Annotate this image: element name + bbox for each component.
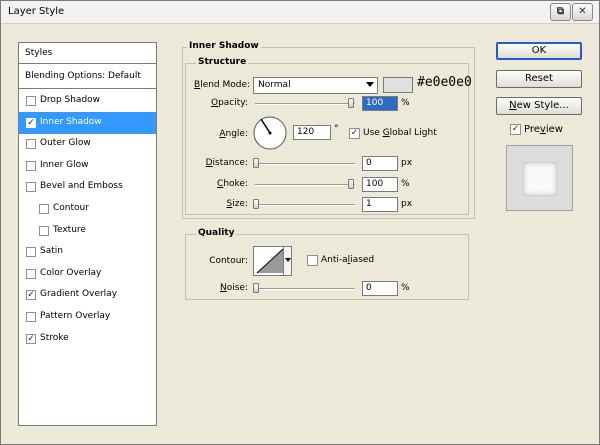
style-item-color-overlay[interactable]: Color Overlay xyxy=(19,263,156,285)
angle-dial[interactable] xyxy=(252,115,288,151)
distance-input[interactable]: 0 xyxy=(362,156,398,171)
style-item-checkbox[interactable] xyxy=(26,96,36,106)
angle-input[interactable]: 120 xyxy=(293,125,331,140)
styles-header[interactable]: Styles xyxy=(19,43,156,64)
blend-mode-label: Blend Mode: xyxy=(194,80,251,90)
title-bar: Layer Style ⧉ ✕ xyxy=(1,1,599,24)
preview-label: Preview xyxy=(524,124,563,135)
style-item-checkbox[interactable] xyxy=(26,182,36,193)
style-item-checkbox[interactable]: ✓ xyxy=(26,290,36,301)
noise-slider-thumb[interactable] xyxy=(253,283,259,293)
style-item-pattern-overlay[interactable]: Pattern Overlay xyxy=(19,306,156,328)
new-style-button[interactable]: New Style... xyxy=(496,97,582,115)
style-item-label: Contour xyxy=(53,203,89,213)
chevron-down-icon xyxy=(285,258,291,262)
distance-slider-thumb[interactable] xyxy=(253,158,259,168)
style-item-outer-glow[interactable]: Outer Glow xyxy=(19,133,156,155)
noise-unit: % xyxy=(401,283,410,293)
layer-style-dialog: Layer Style ⧉ ✕ Styles Blending Options:… xyxy=(0,0,600,445)
shadow-color-swatch[interactable] xyxy=(383,77,413,93)
anti-aliased-label: Anti-aliased xyxy=(321,255,375,265)
window-title: Layer Style xyxy=(8,6,65,17)
style-item-satin[interactable]: Satin xyxy=(19,241,156,263)
opacity-label: Opacity: xyxy=(210,98,248,108)
style-item-label: Inner Shadow xyxy=(40,116,102,127)
style-item-label: Gradient Overlay xyxy=(40,289,118,300)
size-slider[interactable] xyxy=(255,204,355,206)
opacity-slider[interactable] xyxy=(255,103,355,105)
style-item-label: Texture xyxy=(53,224,86,235)
style-item-checkbox[interactable]: ✓ xyxy=(26,117,36,128)
choke-slider-thumb[interactable] xyxy=(348,179,354,189)
style-item-inner-shadow[interactable]: ✓ Inner Shadow xyxy=(19,111,156,134)
style-item-checkbox[interactable] xyxy=(26,160,36,171)
use-global-light-label: Use Global Light xyxy=(363,128,437,138)
size-label: Size: xyxy=(226,199,248,209)
noise-label: Noise: xyxy=(220,283,248,293)
style-item-bevel-and-emboss[interactable]: Bevel and Emboss xyxy=(19,176,156,198)
style-item-label: Inner Glow xyxy=(40,159,89,170)
reset-button[interactable]: Reset xyxy=(496,70,582,88)
styles-list: Styles Blending Options: Default Drop Sh… xyxy=(18,42,157,426)
opacity-slider-thumb[interactable] xyxy=(348,98,354,108)
choke-slider[interactable] xyxy=(255,184,355,186)
distance-label: Distance: xyxy=(205,158,248,168)
noise-slider[interactable] xyxy=(255,288,355,290)
style-item-gradient-overlay[interactable]: ✓ Gradient Overlay xyxy=(19,284,156,306)
style-item-checkbox[interactable] xyxy=(26,247,36,258)
style-item-label: Outer Glow xyxy=(40,138,91,149)
angle-label: Angle: xyxy=(219,129,248,139)
chevron-down-icon xyxy=(366,82,374,87)
blending-options-item[interactable]: Blending Options: Default xyxy=(19,65,156,89)
style-item-label: Drop Shadow xyxy=(40,95,101,105)
style-item-label: Color Overlay xyxy=(40,267,102,278)
opacity-unit: % xyxy=(401,98,410,108)
distance-slider[interactable] xyxy=(255,163,355,165)
style-preview xyxy=(506,145,573,211)
style-item-checkbox[interactable] xyxy=(39,204,49,214)
size-input[interactable]: 1 xyxy=(362,197,398,212)
ok-button[interactable]: OK xyxy=(496,42,582,60)
distance-unit: px xyxy=(401,158,413,168)
style-item-checkbox[interactable] xyxy=(26,268,36,279)
shadow-color-hex: #e0e0e0 xyxy=(417,75,472,90)
quality-title: Quality xyxy=(196,228,237,238)
preview-checkbox[interactable]: ✓ xyxy=(510,124,521,135)
style-item-stroke[interactable]: ✓ Stroke xyxy=(19,328,156,350)
style-item-checkbox[interactable] xyxy=(39,225,49,236)
choke-label: Choke: xyxy=(217,179,248,189)
size-slider-thumb[interactable] xyxy=(253,199,259,209)
anti-aliased-checkbox[interactable] xyxy=(307,255,318,266)
use-global-light-checkbox[interactable]: ✓ xyxy=(349,128,360,139)
close-icon[interactable]: ✕ xyxy=(572,3,593,21)
contour-preview-icon xyxy=(256,248,284,274)
style-item-label: Stroke xyxy=(40,332,69,343)
blend-mode-select[interactable]: Normal xyxy=(253,77,378,94)
choke-unit: % xyxy=(401,179,410,189)
style-item-inner-glow[interactable]: Inner Glow xyxy=(19,155,156,177)
noise-input[interactable]: 0 xyxy=(362,281,398,296)
style-item-checkbox[interactable]: ✓ xyxy=(26,333,36,344)
style-item-label: Satin xyxy=(40,246,63,257)
structure-title: Structure xyxy=(196,57,249,67)
contour-picker[interactable] xyxy=(253,246,292,276)
style-item-contour[interactable]: Contour xyxy=(19,198,156,220)
style-item-checkbox[interactable] xyxy=(26,312,36,322)
blend-mode-value: Normal xyxy=(258,80,291,90)
size-unit: px xyxy=(401,199,413,209)
choke-input[interactable]: 100 xyxy=(362,177,398,192)
contour-dropdown-button[interactable] xyxy=(283,247,291,275)
contour-label: Contour: xyxy=(209,256,248,266)
style-item-checkbox[interactable] xyxy=(26,139,36,150)
style-item-label: Bevel and Emboss xyxy=(40,181,123,192)
style-preview-swatch xyxy=(523,162,557,196)
style-item-label: Pattern Overlay xyxy=(40,311,111,321)
help-icon[interactable]: ⧉ xyxy=(550,3,571,21)
inner-shadow-title: Inner Shadow xyxy=(187,41,261,51)
opacity-input[interactable]: 100 xyxy=(362,96,398,111)
style-item-texture[interactable]: Texture xyxy=(19,220,156,242)
angle-unit: ° xyxy=(334,124,339,134)
style-item-drop-shadow[interactable]: Drop Shadow xyxy=(19,90,156,112)
